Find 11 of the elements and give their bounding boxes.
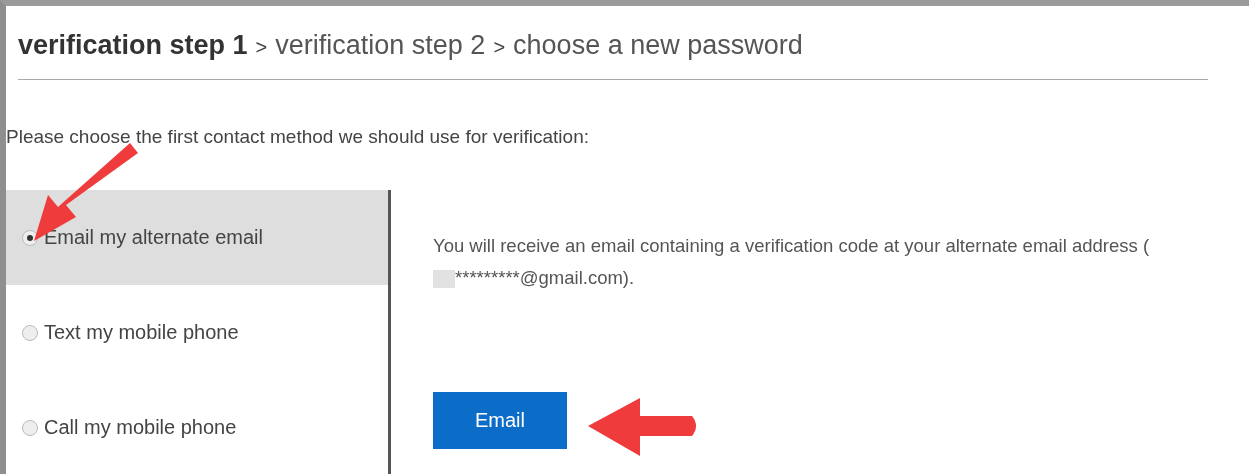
breadcrumb-separator: >: [493, 36, 506, 59]
breadcrumb-step: choose a new password: [513, 30, 803, 61]
prompt-text: Please choose the first contact method we should use for verification:: [6, 126, 590, 148]
method-option[interactable]: Email my alternate email: [6, 190, 388, 285]
breadcrumb-step: verification step 2: [275, 30, 486, 61]
breadcrumb-step: verification step 1: [18, 30, 248, 61]
method-option[interactable]: Text my mobile phone: [6, 285, 388, 380]
method-option[interactable]: Call my mobile phone: [6, 380, 388, 474]
email-button[interactable]: Email: [433, 392, 567, 449]
breadcrumb-separator: >: [255, 36, 268, 59]
description-text: You will receive an email containing a verification code at your alternate email address ( *********@gmail.com).: [433, 234, 1151, 291]
